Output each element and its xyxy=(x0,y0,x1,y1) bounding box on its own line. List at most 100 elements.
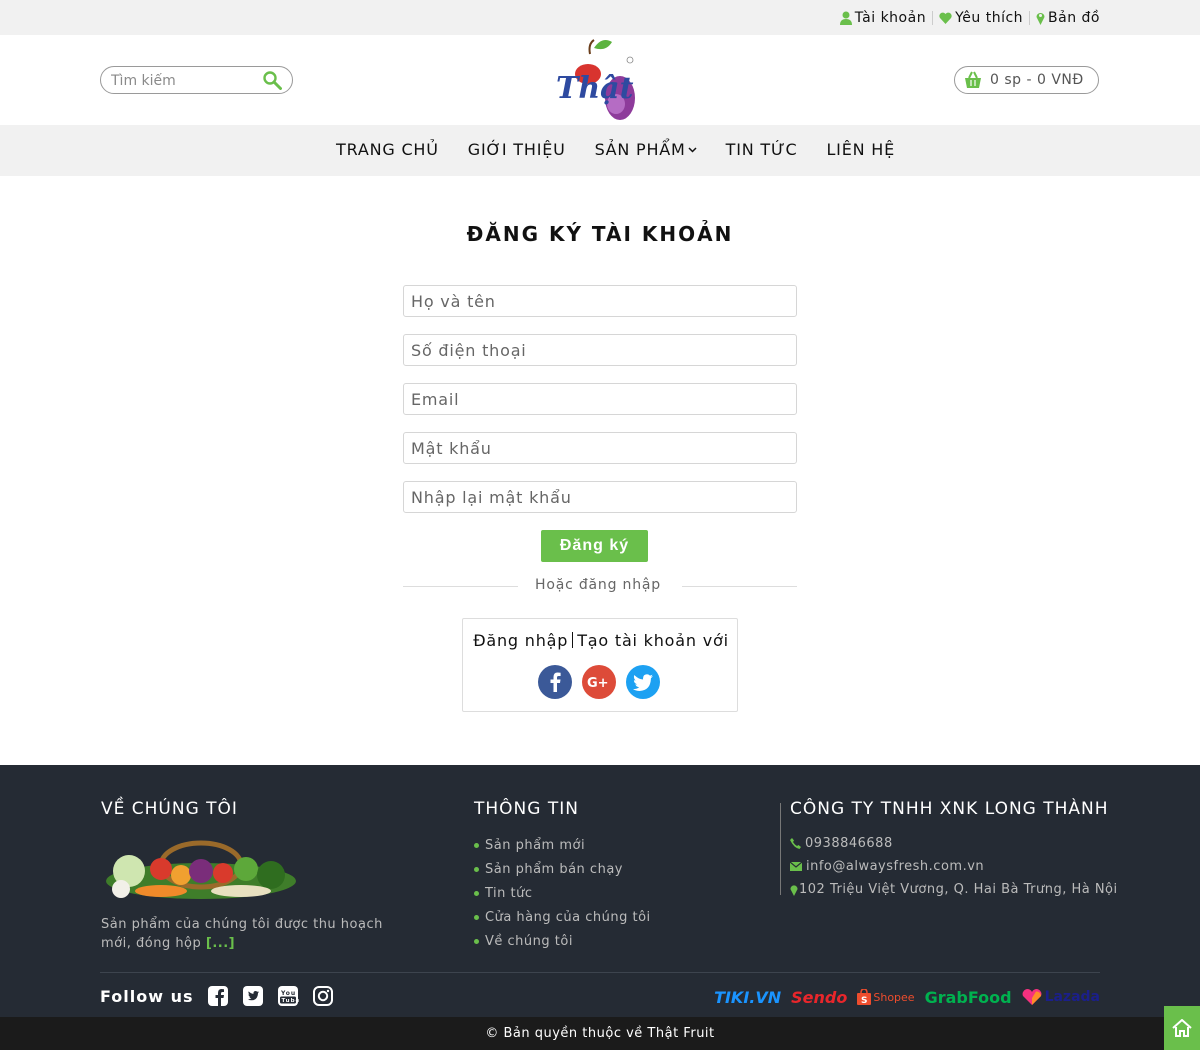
shopee-bag-icon: S xyxy=(857,989,872,1005)
nav-item-home[interactable]: TRANG CHỦ xyxy=(336,140,439,159)
company-phone[interactable]: 0938846688 xyxy=(790,832,1118,855)
about-text: Sản phẩm của chúng tôi được thu hoạch mớ… xyxy=(101,917,383,951)
fullname-field-wrap xyxy=(403,285,797,317)
phone-field-wrap xyxy=(403,334,797,366)
footer-link-label: Cửa hàng của chúng tôi xyxy=(485,909,651,925)
divider xyxy=(572,632,574,648)
copyright-text: © Bản quyền thuộc về Thật Fruit xyxy=(485,1026,715,1041)
sendo-logo[interactable]: Sendo xyxy=(791,988,847,1007)
footer-link[interactable]: Cửa hàng của chúng tôi xyxy=(474,905,651,929)
twitter-social-link[interactable] xyxy=(242,985,264,1007)
social-icons: G+ xyxy=(538,665,670,699)
footer-about-text: Sản phẩm của chúng tôi được thu hoạch mớ… xyxy=(101,915,391,953)
svg-text:Tube: Tube xyxy=(281,998,299,1004)
nav-item-news[interactable]: TIN TỨC xyxy=(726,140,798,159)
follow-us: Follow us You Tube xyxy=(100,983,334,1009)
svg-text:You: You xyxy=(280,990,296,997)
nav-label: TRANG CHỦ xyxy=(336,140,439,159)
logo-text: Thật xyxy=(556,71,634,106)
company-address-text: 102 Triệu Việt Vương, Q. Hai Bà Trưng, H… xyxy=(799,882,1118,897)
social-login-box: Đăng nhập Tạo tài khoản với G+ xyxy=(462,618,738,712)
account-label: Tài khoản xyxy=(854,9,927,26)
search-box xyxy=(100,66,293,94)
account-link[interactable]: Tài khoản xyxy=(839,9,927,26)
shopee-text: Shopee xyxy=(873,990,915,1004)
password-field-wrap xyxy=(403,432,797,464)
nav-item-about[interactable]: GIỚI THIỆU xyxy=(468,140,566,159)
search-input[interactable] xyxy=(111,71,261,91)
facebook-icon xyxy=(207,986,228,1006)
copyright-bar: © Bản quyền thuộc về Thật Fruit xyxy=(0,1017,1200,1050)
fullname-field[interactable] xyxy=(404,286,796,316)
bullet xyxy=(474,890,479,896)
search-icon[interactable] xyxy=(263,71,282,90)
tiki-logo[interactable]: TIKI.VN xyxy=(714,988,781,1007)
google-plus-icon: G+ xyxy=(587,676,609,689)
company-email[interactable]: info@alwaysfresh.com.vn xyxy=(790,855,1118,878)
footer-link[interactable]: Về chúng tôi xyxy=(474,929,651,953)
footer-link[interactable]: Sản phẩm mới xyxy=(474,833,651,857)
instagram-social-link[interactable] xyxy=(312,985,334,1007)
nav-label: TIN TỨC xyxy=(725,140,798,159)
email-field-wrap xyxy=(403,383,797,415)
confirm-password-field[interactable] xyxy=(404,482,796,512)
bullet xyxy=(474,938,479,944)
divider xyxy=(780,803,781,895)
partner-logos: TIKI.VN Sendo S Shopee GrabFood Lazada xyxy=(704,987,1100,1007)
lazada-logo[interactable]: Lazada xyxy=(1022,989,1100,1005)
register-button[interactable]: Đăng ký xyxy=(541,530,648,562)
twitter-icon xyxy=(242,986,263,1006)
page-title: ĐĂNG KÝ TÀI KHOẢN xyxy=(466,222,734,246)
youtube-icon: YouTube xyxy=(277,986,299,1006)
shopee-logo[interactable]: S Shopee xyxy=(857,989,915,1005)
footer: VỀ CHÚNG TÔI Sản phẩm của chúng tôi được… xyxy=(0,765,1200,1018)
footer-about: VỀ CHÚNG TÔI Sản phẩm của chúng tôi được… xyxy=(101,799,391,953)
or-divider: Hoặc đăng nhập xyxy=(403,577,797,595)
cart-summary: 0 sp - 0 VNĐ xyxy=(990,72,1084,88)
facebook-login-button[interactable] xyxy=(538,665,572,699)
confirm-password-field-wrap xyxy=(403,481,797,513)
youtube-social-link[interactable]: You Tube xyxy=(277,985,299,1007)
phone-icon xyxy=(790,838,801,849)
favorites-link[interactable]: Yêu thích xyxy=(939,10,1023,26)
nav-item-products[interactable]: SẢN PHẨM xyxy=(595,140,697,159)
email-field[interactable] xyxy=(404,384,796,414)
logo[interactable]: Thật xyxy=(550,38,640,124)
footer-info: THÔNG TIN Sản phẩm mới Sản phẩm bán chạy… xyxy=(474,799,651,953)
main-nav: TRANG CHỦ GIỚI THIỆU SẢN PHẨM TIN TỨC LI… xyxy=(0,125,1200,176)
phone-field[interactable] xyxy=(404,335,796,365)
facebook-social-link[interactable] xyxy=(207,985,229,1007)
footer-link-label: Sản phẩm bán chạy xyxy=(485,861,623,877)
follow-us-label: Follow us xyxy=(100,986,194,1006)
user-icon xyxy=(839,11,852,25)
map-link[interactable]: Bản đồ xyxy=(1036,10,1100,26)
grabfood-logo[interactable]: GrabFood xyxy=(925,988,1012,1007)
svg-text:G+: G+ xyxy=(587,676,609,689)
footer-company: CÔNG TY TNHH XNK LONG THÀNH 0938846688 i… xyxy=(790,799,1118,901)
facebook-icon xyxy=(550,672,561,692)
home-button[interactable] xyxy=(1164,1006,1200,1050)
nav-item-contact[interactable]: LIÊN HỆ xyxy=(826,140,895,159)
google-login-button[interactable]: G+ xyxy=(582,665,616,699)
divider xyxy=(932,10,934,25)
logo-fruit-icon: Thật xyxy=(556,39,635,120)
footer-link[interactable]: Tin tức xyxy=(474,881,651,905)
heart-icon xyxy=(939,12,952,24)
twitter-login-button[interactable] xyxy=(626,665,660,699)
cart-button[interactable]: 0 sp - 0 VNĐ xyxy=(954,66,1099,94)
footer-link-label: Tin tức xyxy=(485,885,533,901)
footer-about-title: VỀ CHÚNG TÔI xyxy=(101,799,238,819)
social-login-label: Đăng nhập xyxy=(473,631,569,650)
bullet xyxy=(474,866,479,872)
footer-link[interactable]: Sản phẩm bán chạy xyxy=(474,857,651,881)
map-pin-icon xyxy=(790,884,798,896)
chevron-down-icon xyxy=(688,146,697,153)
nav-label: GIỚI THIỆU xyxy=(467,140,566,159)
read-more-link[interactable]: [...] xyxy=(206,936,235,951)
social-login-title: Đăng nhập Tạo tài khoản với xyxy=(463,631,739,650)
company-address: 102 Triệu Việt Vương, Q. Hai Bà Trưng, H… xyxy=(790,878,1118,901)
vegetable-basket-image xyxy=(106,840,296,899)
password-field[interactable] xyxy=(404,433,796,463)
social-create-label: Tạo tài khoản với xyxy=(577,631,729,650)
nav-label: SẢN PHẨM xyxy=(594,140,686,159)
